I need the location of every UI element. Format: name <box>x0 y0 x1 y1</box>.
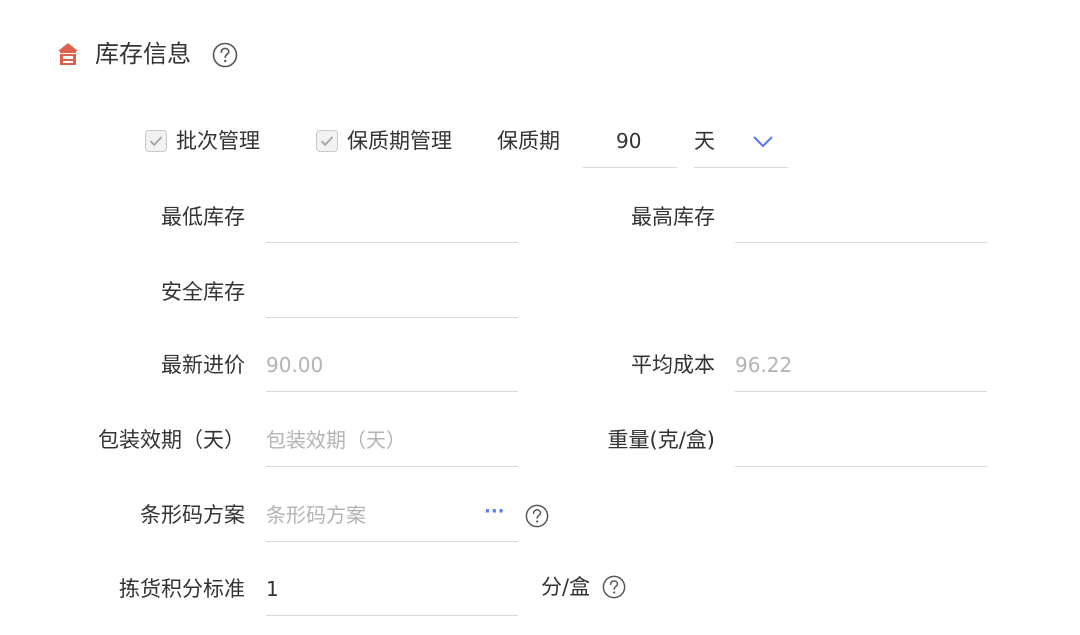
batch-management-checkbox[interactable] <box>145 130 167 152</box>
chevron-down-icon <box>752 130 774 155</box>
barcode-scheme-input[interactable]: 条形码方案 ··· <box>266 496 518 542</box>
shelf-life-value: 90 <box>616 129 642 153</box>
barcode-scheme-placeholder: 条形码方案 <box>266 503 366 527</box>
min-stock-input[interactable] <box>266 197 518 243</box>
weight-label: 重量(克/盒) <box>607 428 715 452</box>
avg-cost-label: 平均成本 <box>631 353 715 377</box>
shelf-life-input[interactable]: 90 <box>583 122 677 168</box>
barcode-scheme-label: 条形码方案 <box>140 503 245 527</box>
check-icon <box>320 136 334 147</box>
pick-score-unit: 分/盒 <box>541 575 591 599</box>
safety-stock-label: 安全库存 <box>161 280 245 304</box>
shelf-life-label: 保质期 <box>497 129 560 153</box>
pick-score-label: 拣货积分标准 <box>119 577 245 601</box>
more-icon[interactable]: ··· <box>484 502 505 522</box>
batch-management-label[interactable]: 批次管理 <box>176 126 260 156</box>
max-stock-label: 最高库存 <box>631 205 715 229</box>
max-stock-input[interactable] <box>735 197 987 243</box>
home-icon <box>57 42 79 66</box>
pick-score-value: 1 <box>266 577 279 601</box>
pick-score-input[interactable]: 1 <box>266 570 518 616</box>
weight-input[interactable] <box>735 421 987 467</box>
latest-price-input: 90.00 <box>266 346 518 392</box>
latest-price-label: 最新进价 <box>161 353 245 377</box>
section-title: 库存信息 <box>95 40 191 68</box>
pack-expiry-label: 包装效期（天） <box>98 428 245 452</box>
min-stock-label: 最低库存 <box>161 205 245 229</box>
safety-stock-input[interactable] <box>266 272 518 318</box>
avg-cost-input: 96.22 <box>735 346 987 392</box>
barcode-help-icon[interactable] <box>525 504 551 530</box>
help-icon[interactable] <box>212 42 238 68</box>
check-icon <box>149 136 163 147</box>
avg-cost-value: 96.22 <box>735 353 793 377</box>
latest-price-value: 90.00 <box>266 353 324 377</box>
shelf-life-management-checkbox[interactable] <box>316 130 338 152</box>
shelf-life-unit-select[interactable]: 天 <box>694 122 788 168</box>
pack-expiry-input[interactable]: 包装效期（天） <box>266 421 518 467</box>
shelf-life-unit-value: 天 <box>694 129 715 153</box>
pack-expiry-placeholder: 包装效期（天） <box>266 428 406 452</box>
pick-score-help-icon[interactable] <box>602 575 628 601</box>
shelf-life-management-label[interactable]: 保质期管理 <box>347 126 452 156</box>
